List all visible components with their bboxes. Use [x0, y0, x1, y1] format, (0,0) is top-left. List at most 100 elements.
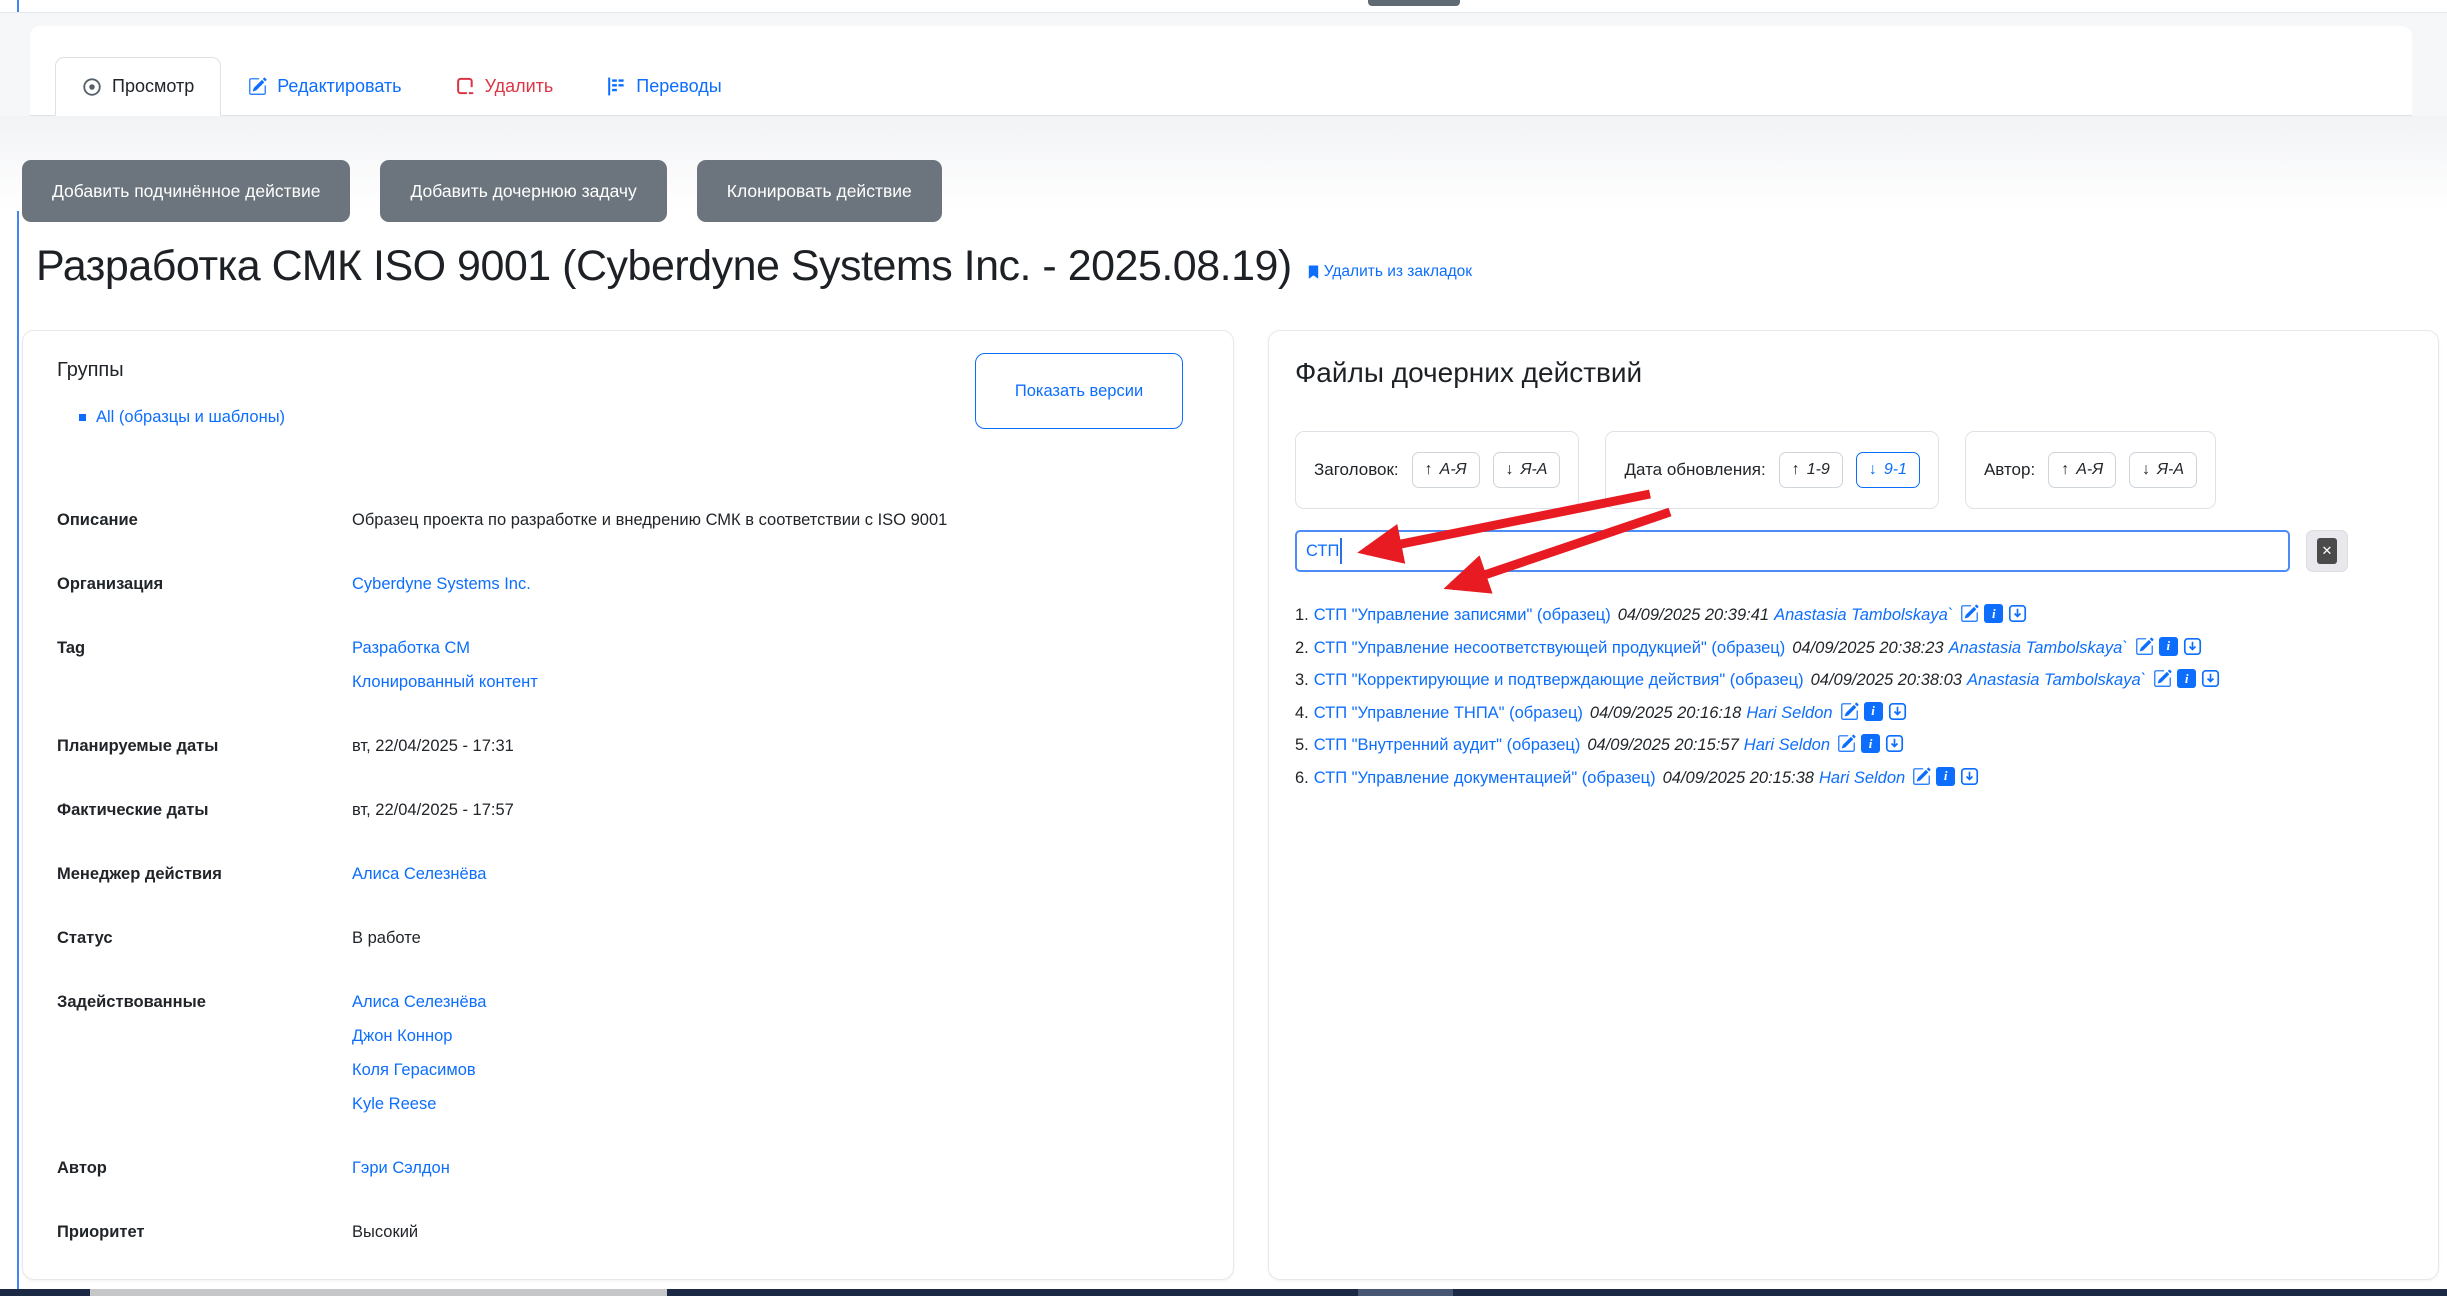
file-list: 1.СТП "Управление записями" (образец)04/…	[1295, 599, 2412, 794]
arrow-down-icon: ↓	[1506, 461, 1514, 479]
file-info-icon[interactable]	[1864, 702, 1883, 721]
scrollbar-thumb[interactable]	[90, 1289, 667, 1296]
file-link[interactable]: СТП "Управление несоответствующей продук…	[1314, 639, 1785, 657]
detail-values: вт, 22/04/2025 - 17:57	[352, 793, 514, 827]
file-list-item: 3.СТП "Корректирующие и подтверждающие д…	[1295, 664, 2412, 697]
detail-value-link[interactable]: Коля Герасимов	[352, 1053, 486, 1087]
partially-visible-top-button[interactable]	[1368, 0, 1460, 6]
file-actions	[1912, 767, 1979, 786]
file-author-link[interactable]: Hari Seldon	[1744, 736, 1830, 754]
file-author-link[interactable]: Anastasia Tambolskaya`	[1774, 606, 1953, 624]
edit-file-icon[interactable]	[1912, 767, 1931, 786]
detail-value-link[interactable]: Клонированный контент	[352, 665, 538, 699]
file-link[interactable]: СТП "Корректирующие и подтверждающие дей…	[1314, 671, 1804, 689]
detail-value-link[interactable]: Джон Коннор	[352, 1019, 486, 1053]
file-author-link[interactable]: Hari Seldon	[1819, 769, 1905, 787]
edit-file-icon[interactable]	[1837, 734, 1856, 753]
file-list-item: 4.СТП "Управление ТНПА" (образец)04/09/2…	[1295, 697, 2412, 730]
edit-file-icon[interactable]	[2135, 637, 2154, 656]
sort-title-asc-button[interactable]: ↑А-Я	[1412, 452, 1480, 488]
sort-date-desc-label: 9-1	[1884, 461, 1907, 479]
download-file-icon[interactable]	[1885, 734, 1904, 753]
detail-values: Разработка СМКлонированный контент	[352, 631, 538, 699]
file-link[interactable]: СТП "Управление записями" (образец)	[1314, 606, 1611, 624]
show-versions-button[interactable]: Показать версии	[975, 353, 1183, 429]
detail-label: Организация	[57, 567, 352, 601]
sort-title-desc-label: Я-А	[1521, 461, 1548, 479]
tab-translations-label: Переводы	[636, 76, 721, 97]
file-actions	[2153, 669, 2220, 688]
detail-label: Автор	[57, 1151, 352, 1185]
detail-values: Высокий	[352, 1215, 418, 1249]
tab-edit[interactable]: Редактировать	[221, 57, 428, 116]
arrow-down-icon: ↓	[1869, 461, 1877, 479]
file-link[interactable]: СТП "Управление ТНПА" (образец)	[1314, 704, 1583, 722]
detail-label: Задействованные	[57, 985, 352, 1121]
detail-values: Cyberdyne Systems Inc.	[352, 567, 531, 601]
tab-bar: Просмотр Редактировать Удалить Переводы	[55, 57, 749, 116]
file-link[interactable]: СТП "Внутренний аудит" (образец)	[1314, 736, 1581, 754]
file-link[interactable]: СТП "Управление документацией" (образец)	[1314, 769, 1656, 787]
sort-title-desc-button[interactable]: ↓ Я-А	[1493, 452, 1561, 488]
sort-author-desc-label: Я-А	[2157, 461, 2184, 479]
file-author-link[interactable]: Anastasia Tambolskaya`	[1967, 671, 2146, 689]
tab-view[interactable]: Просмотр	[55, 57, 221, 116]
file-search-input[interactable]: СТП	[1295, 530, 2290, 572]
file-number: 5.	[1295, 736, 1309, 754]
sort-author-asc-label: А-Я	[2076, 461, 2103, 479]
edit-file-icon[interactable]	[2153, 669, 2172, 688]
add-sub-action-button[interactable]: Добавить подчинённое действие	[22, 160, 350, 222]
edit-file-icon[interactable]	[1960, 604, 1979, 623]
group-link[interactable]: All (образцы и шаблоны)	[96, 408, 285, 427]
detail-value-link[interactable]: Разработка СМ	[352, 631, 538, 665]
file-info-icon[interactable]	[1936, 767, 1955, 786]
sort-author-asc-button[interactable]: ↑А-Я	[2048, 452, 2116, 488]
arrow-down-icon: ↓	[2142, 461, 2150, 479]
detail-value-link[interactable]: Алиса Селезнёва	[352, 985, 486, 1019]
sort-date-desc-button[interactable]: ↓ 9-1	[1856, 452, 1920, 488]
action-details-card: Группы All (образцы и шаблоны) Показать …	[22, 330, 1234, 1280]
add-child-task-button[interactable]: Добавить дочернюю задачу	[380, 160, 666, 222]
clear-search-button[interactable]	[2306, 530, 2348, 572]
file-updated-timestamp: 04/09/2025 20:15:38	[1663, 769, 1814, 787]
sorter-title: Заголовок: ↑А-Я ↓ Я-А	[1295, 431, 1579, 509]
file-list-item: 2.СТП "Управление несоответствующей прод…	[1295, 632, 2412, 665]
edit-file-icon[interactable]	[1840, 702, 1859, 721]
clone-action-button[interactable]: Клонировать действие	[697, 160, 942, 222]
scrollbar-thumb-secondary[interactable]	[1358, 1289, 1453, 1296]
file-actions	[1837, 734, 1904, 753]
detail-value-link[interactable]: Гэри Сэлдон	[352, 1151, 450, 1185]
file-author-link[interactable]: Anastasia Tambolskaya`	[1949, 639, 2128, 657]
file-info-icon[interactable]	[1984, 604, 2003, 623]
download-file-icon[interactable]	[2201, 669, 2220, 688]
download-file-icon[interactable]	[1888, 702, 1907, 721]
tab-delete[interactable]: Удалить	[429, 57, 581, 116]
file-author-link[interactable]: Hari Seldon	[1746, 704, 1832, 722]
sort-date-asc-button[interactable]: ↑1-9	[1779, 452, 1843, 488]
sorter-author-label: Автор:	[1984, 460, 2035, 480]
tab-translations[interactable]: Переводы	[580, 57, 748, 116]
download-file-icon[interactable]	[1960, 767, 1979, 786]
file-list-item: 1.СТП "Управление записями" (образец)04/…	[1295, 599, 2412, 632]
download-file-icon[interactable]	[2008, 604, 2027, 623]
detail-label: Приоритет	[57, 1215, 352, 1249]
detail-value-link[interactable]: Kyle Reese	[352, 1087, 486, 1121]
tabs-card: Просмотр Редактировать Удалить Переводы	[30, 26, 2412, 116]
file-number: 4.	[1295, 704, 1309, 722]
eye-icon	[82, 77, 102, 97]
list-bullet-icon	[79, 414, 86, 421]
detail-value-link[interactable]: Cyberdyne Systems Inc.	[352, 567, 531, 601]
remove-bookmark-link[interactable]: Удалить из закладок	[1306, 263, 1472, 281]
sort-author-desc-button[interactable]: ↓ Я-А	[2129, 452, 2197, 488]
detail-label: Статус	[57, 921, 352, 955]
file-info-icon[interactable]	[1861, 734, 1880, 753]
detail-row: Статус В работе	[57, 921, 1199, 955]
detail-value-link[interactable]: Алиса Селезнёва	[352, 857, 486, 891]
file-info-icon[interactable]	[2177, 669, 2196, 688]
sorter-title-label: Заголовок:	[1314, 460, 1399, 480]
download-file-icon[interactable]	[2183, 637, 2202, 656]
detail-values: В работе	[352, 921, 421, 955]
detail-label: Планируемые даты	[57, 729, 352, 763]
file-info-icon[interactable]	[2159, 637, 2178, 656]
sorter-update-date-label: Дата обновления:	[1624, 460, 1765, 480]
